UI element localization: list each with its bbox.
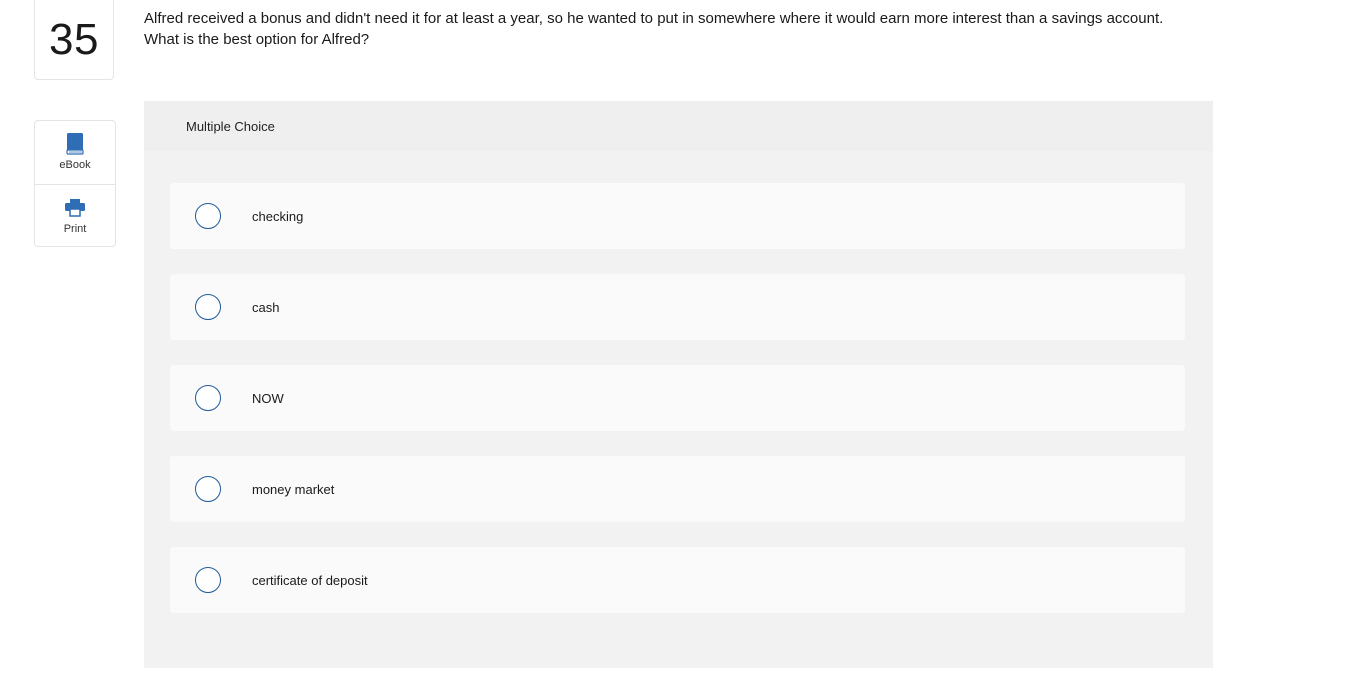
radio-button[interactable] [195, 385, 221, 411]
answer-option-label: certificate of deposit [252, 572, 368, 588]
multiple-choice-panel: Multiple Choice checking cash NOW money … [144, 101, 1213, 668]
tools-panel: eBook Print [34, 120, 116, 247]
multiple-choice-header: Multiple Choice [144, 101, 1213, 151]
radio-button[interactable] [195, 203, 221, 229]
answer-option-label: NOW [252, 390, 284, 406]
answer-option-cash[interactable]: cash [170, 274, 1185, 340]
question-page: 35 eBook Print Alfred received a bonus a… [0, 0, 1355, 679]
print-button[interactable]: Print [35, 184, 115, 246]
answer-options: checking cash NOW money market certifica… [170, 183, 1185, 638]
radio-button[interactable] [195, 476, 221, 502]
answer-option-money-market[interactable]: money market [170, 456, 1185, 522]
question-number-box: 35 [34, 0, 114, 80]
answer-option-label: checking [252, 208, 304, 224]
ebook-label: eBook [59, 159, 91, 171]
answer-option-label: cash [252, 299, 280, 315]
radio-button[interactable] [195, 294, 221, 320]
ebook-button[interactable]: eBook [35, 121, 115, 184]
question-number: 35 [49, 14, 99, 64]
answer-option-label: money market [252, 481, 335, 497]
answer-option-certificate-of-deposit[interactable]: certificate of deposit [170, 547, 1185, 613]
radio-button[interactable] [195, 567, 221, 593]
answer-option-now[interactable]: NOW [170, 365, 1185, 431]
question-text: Alfred received a bonus and didn't need … [144, 10, 1164, 48]
answer-option-checking[interactable]: checking [170, 183, 1185, 249]
printer-icon [65, 197, 85, 219]
book-icon [66, 133, 84, 155]
print-label: Print [63, 223, 87, 235]
